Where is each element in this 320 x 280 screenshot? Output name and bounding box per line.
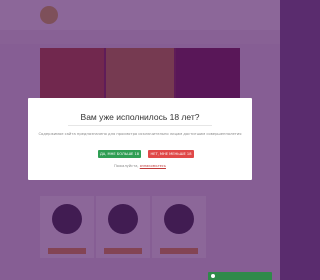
modal-description: Содержимое сайта предназначено для просм… bbox=[38, 132, 242, 136]
notification-widget[interactable] bbox=[208, 272, 272, 280]
chat-icon bbox=[211, 274, 215, 278]
deny-age-button[interactable]: НЕТ, МНЕ МЕНЬШЕ 18 bbox=[148, 150, 194, 158]
policy-note: Пожалуйста, ознакомьтесь bbox=[28, 164, 252, 168]
policy-link[interactable]: ознакомьтесь bbox=[140, 164, 166, 168]
age-verification-modal: Вам уже исполнилось 18 лет? Содержимое с… bbox=[28, 98, 252, 180]
policy-text: Пожалуйста, bbox=[114, 164, 140, 168]
modal-title: Вам уже исполнилось 18 лет? bbox=[80, 112, 200, 122]
modal-divider bbox=[68, 125, 212, 126]
confirm-age-button[interactable]: ДА, МНЕ БОЛЬШЕ 18 bbox=[98, 150, 141, 158]
